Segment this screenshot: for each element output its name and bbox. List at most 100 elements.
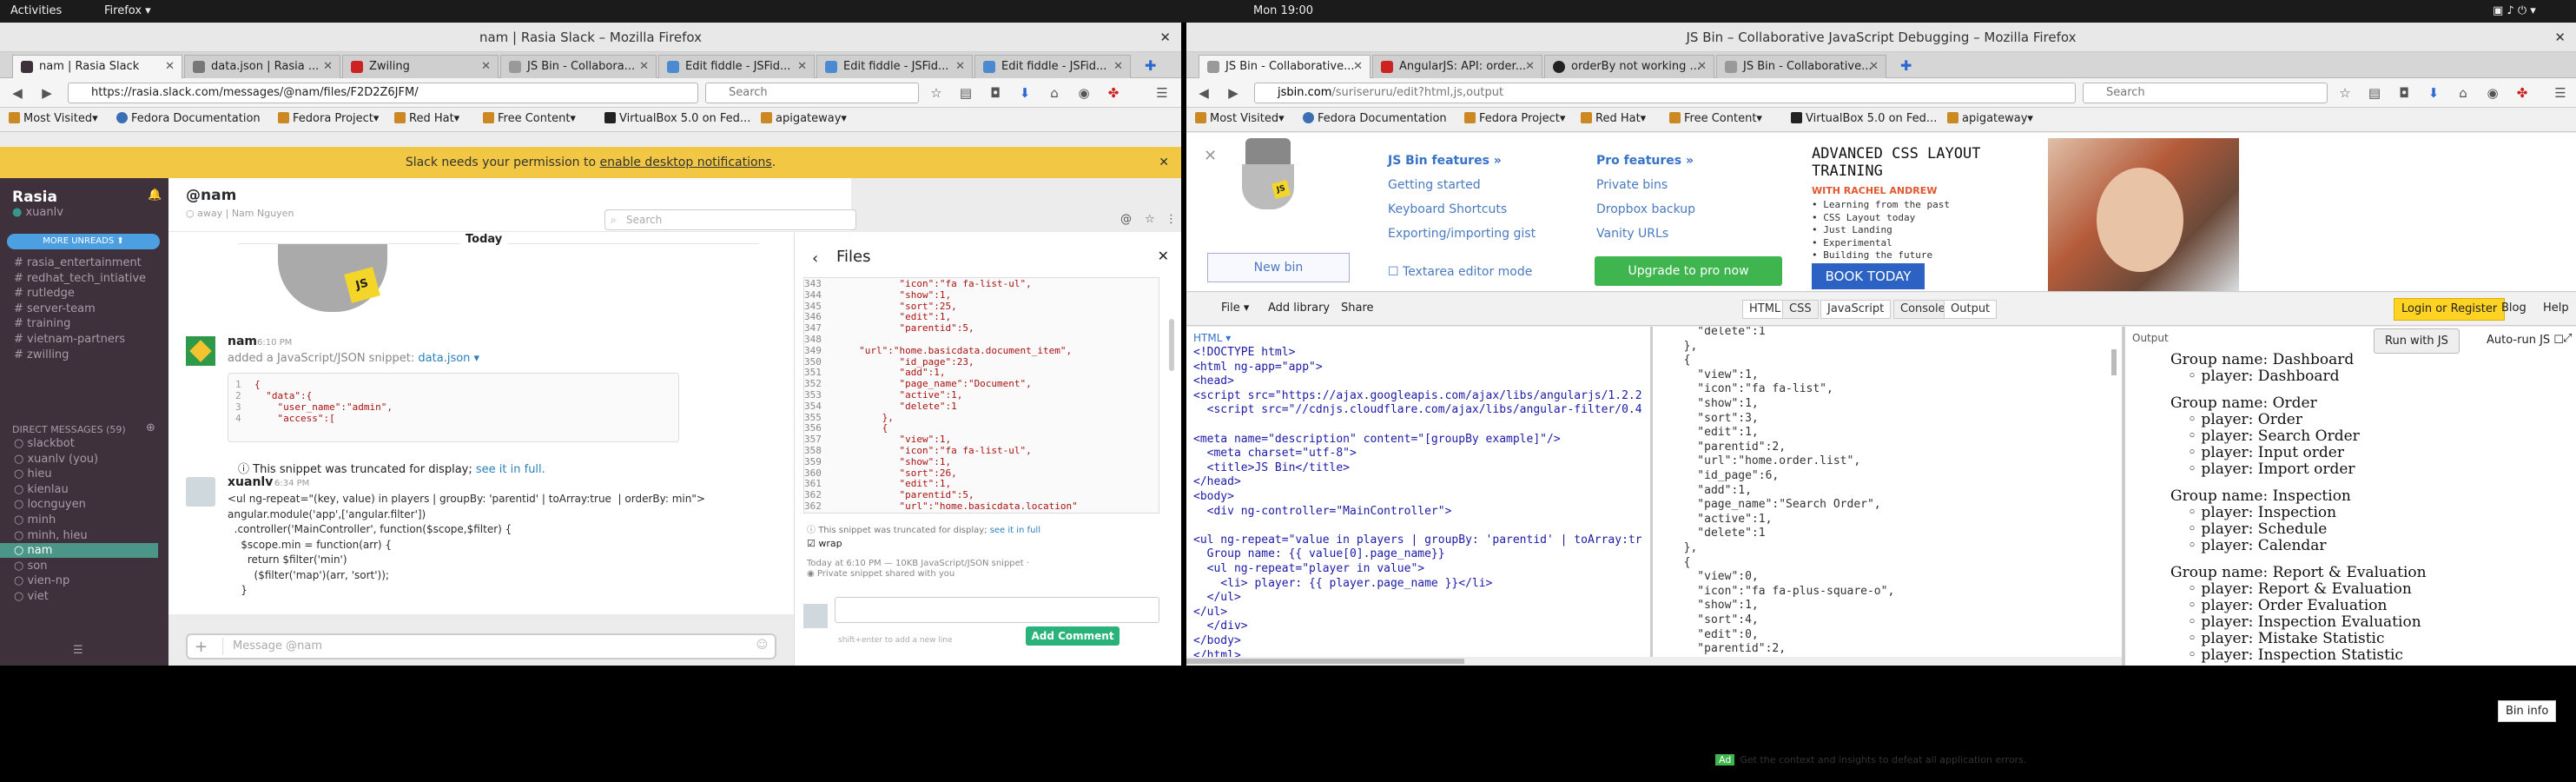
close-tab-icon[interactable]: ✕ bbox=[481, 56, 491, 77]
dm-header[interactable]: DIRECT MESSAGES (59) bbox=[12, 424, 126, 435]
forward-icon[interactable]: ▶ bbox=[1226, 86, 1240, 100]
bookmark-fedora-project[interactable]: Fedora Project▾ bbox=[278, 112, 379, 125]
sidebar-dm[interactable]: ○ son bbox=[0, 559, 158, 573]
sidebar-menu-icon[interactable]: ☰ bbox=[73, 644, 83, 657]
pocket-icon[interactable]: ◘ bbox=[2397, 86, 2411, 100]
keyboard-shortcuts-link[interactable]: Keyboard Shortcuts bbox=[1388, 202, 1507, 216]
bookmark-most-visited[interactable]: Most Visited▾ bbox=[1195, 112, 1285, 125]
bookmark-most-visited[interactable]: Most Visited▾ bbox=[9, 112, 98, 125]
addon2-icon[interactable]: ✤ bbox=[1106, 86, 1120, 100]
sidebar-channel[interactable]: # training bbox=[14, 317, 70, 330]
files-back-icon[interactable]: ‹ bbox=[812, 249, 818, 268]
close-tab-icon[interactable]: ✕ bbox=[1353, 56, 1363, 77]
tab-zwiling[interactable]: Zwiling ✕ bbox=[342, 55, 499, 78]
add-dm-icon[interactable]: ⊕ bbox=[146, 421, 155, 434]
bookmark-red-hat[interactable]: Red Hat▾ bbox=[394, 112, 459, 125]
message-composer[interactable]: + Message @nam ☺ bbox=[186, 633, 776, 659]
download-icon[interactable]: ⬇ bbox=[1018, 86, 1032, 100]
sidebar-dm[interactable]: ○ kienlau bbox=[0, 482, 158, 497]
upgrade-pro-button[interactable]: Upgrade to pro now bbox=[1595, 256, 1782, 286]
book-today-button[interactable]: BOOK TODAY bbox=[1812, 263, 1925, 289]
sidebar-dm[interactable]: ○ minh bbox=[0, 513, 158, 527]
dropbox-backup-link[interactable]: Dropbox backup bbox=[1596, 202, 1695, 216]
file-menu[interactable]: File ▾ bbox=[1221, 302, 1249, 315]
auto-run-js-toggle[interactable]: Auto-run JS ☐ bbox=[2487, 334, 2564, 347]
html-editor-label[interactable]: HTML ▾ bbox=[1193, 332, 1231, 344]
help-link[interactable]: Help bbox=[2543, 302, 2569, 315]
emoji-icon[interactable]: ☺ bbox=[756, 639, 768, 652]
see-full-link[interactable]: see it in full. bbox=[476, 463, 545, 476]
message-time[interactable]: 6:34 PM bbox=[274, 479, 309, 488]
right-search-box[interactable]: Search bbox=[2083, 83, 2328, 103]
close-tab-icon[interactable]: ✕ bbox=[1869, 56, 1879, 77]
sidebar-dm[interactable]: ○ vien-np bbox=[0, 573, 158, 588]
new-bin-button[interactable]: New bin bbox=[1207, 253, 1350, 282]
attach-plus-icon[interactable]: + bbox=[195, 638, 208, 656]
bookmark-fedora-project[interactable]: Fedora Project▾ bbox=[1464, 112, 1565, 125]
output-panel-toggle[interactable]: Output bbox=[1944, 300, 1998, 319]
add-library-menu[interactable]: Add library bbox=[1268, 302, 1330, 315]
bookmark-free-content[interactable]: Free Content▾ bbox=[483, 112, 576, 125]
more-icon[interactable]: ⋮ bbox=[1166, 213, 1177, 226]
tab-jsfiddle-3[interactable]: Edit fiddle - JSFid... ✕ bbox=[974, 55, 1131, 78]
chat-title[interactable]: @nam bbox=[186, 187, 236, 204]
sidebar-channel[interactable]: # server-team bbox=[14, 302, 96, 315]
sidebar-dm[interactable]: ○ minh, hieu bbox=[0, 528, 158, 543]
css-panel-toggle[interactable]: CSS bbox=[1782, 300, 1819, 319]
tab-jsfiddle-2[interactable]: Edit fiddle - JSFid... ✕ bbox=[816, 55, 973, 78]
sidebar-channel[interactable]: # rasia_entertainment bbox=[14, 256, 142, 269]
bookmark-free-content[interactable]: Free Content▾ bbox=[1669, 112, 1762, 125]
bookmark-star-icon[interactable]: ☆ bbox=[929, 86, 943, 100]
bookmark-fedora-docs[interactable]: Fedora Documentation bbox=[1303, 112, 1447, 125]
tab-angularjs[interactable]: AngularJS: API: order... ✕ bbox=[1372, 55, 1542, 78]
addon2-icon[interactable]: ✤ bbox=[2515, 86, 2529, 100]
files-scrollbar[interactable] bbox=[1169, 319, 1174, 371]
right-url-bar[interactable]: jsbin.com/suriseruru/edit?html,js,output bbox=[1254, 83, 2076, 103]
checkbox-icon[interactable]: ☐ bbox=[1388, 265, 1403, 279]
sidebar-dm[interactable]: ○ xuanlv (you) bbox=[0, 452, 158, 467]
export-gist-link[interactable]: Exporting/importing gist bbox=[1388, 227, 1536, 241]
addon-icon[interactable]: ◉ bbox=[1077, 86, 1091, 100]
message-input[interactable]: Message @nam bbox=[233, 640, 322, 653]
tab-jsfiddle-1[interactable]: Edit fiddle - JSFid... ✕ bbox=[658, 55, 815, 78]
add-comment-button[interactable]: Add Comment bbox=[1026, 626, 1120, 646]
sidebar-dm[interactable]: ○ hieu bbox=[0, 467, 158, 481]
files-code-view[interactable]: 343 "icon":"fa fa-list-ul", 344 "show":1,… bbox=[803, 277, 1159, 514]
enable-notifications-link[interactable]: enable desktop notifications bbox=[600, 156, 772, 169]
share-menu[interactable]: Share bbox=[1341, 302, 1374, 315]
javascript-panel-toggle[interactable]: JavaScript bbox=[1820, 300, 1892, 319]
star-icon[interactable]: ☆ bbox=[1145, 213, 1155, 226]
activities-button[interactable]: Activities bbox=[10, 4, 62, 17]
html-panel-toggle[interactable]: HTML bbox=[1742, 300, 1788, 319]
html-editor[interactable]: HTML ▾ <!DOCTYPE html> <html ng-app="app"… bbox=[1186, 327, 1650, 657]
forward-icon[interactable]: ▶ bbox=[40, 86, 54, 100]
css-layout-ad[interactable]: ADVANCED CSS LAYOUT TRAINING WITH RACHEL… bbox=[1807, 138, 2239, 291]
menu-icon[interactable]: ☰ bbox=[1155, 86, 1169, 100]
bell-icon[interactable]: 🔔 bbox=[148, 189, 162, 202]
home-icon[interactable]: ⌂ bbox=[2456, 86, 2470, 100]
more-unreads-button[interactable]: MORE UNREADS ⬆ bbox=[7, 234, 160, 249]
snippet-preview[interactable]: 1 {2 "data":{3 "user_name":"admin", 4 "acc… bbox=[228, 373, 679, 442]
close-tab-icon[interactable]: ✕ bbox=[1697, 56, 1707, 77]
js-scrollbar[interactable] bbox=[2111, 349, 2117, 375]
features-heading[interactable]: JS Bin features » bbox=[1388, 154, 1502, 168]
tab-data-json[interactable]: data.json | Rasia ... ✕ bbox=[184, 55, 340, 78]
close-tab-icon[interactable]: ✕ bbox=[639, 56, 649, 77]
avatar[interactable] bbox=[186, 336, 215, 366]
close-window-icon[interactable]: ✕ bbox=[2554, 23, 2566, 52]
popout-icon[interactable]: ⤢ bbox=[2563, 332, 2572, 345]
new-tab-icon[interactable]: ✚ bbox=[1145, 57, 1156, 74]
editor-hscroll[interactable] bbox=[1186, 657, 2122, 666]
sidebar-dm[interactable]: ○ nam bbox=[0, 543, 158, 559]
message-author[interactable]: nam bbox=[228, 335, 257, 348]
bookmark-red-hat[interactable]: Red Hat▾ bbox=[1581, 112, 1646, 125]
hscroll-thumb[interactable] bbox=[1186, 659, 1464, 664]
bookmark-virtualbox[interactable]: VirtualBox 5.0 on Fed... bbox=[604, 112, 750, 125]
clock[interactable]: Mon 19:00 bbox=[1253, 4, 1313, 17]
bookmark-apigateway[interactable]: apigateway▾ bbox=[1947, 112, 2033, 125]
run-with-js-button[interactable]: Run with JS bbox=[2374, 328, 2460, 354]
back-icon[interactable]: ◀ bbox=[10, 86, 24, 100]
tab-github[interactable]: orderBy not working ... ✕ bbox=[1544, 55, 1714, 78]
close-tab-icon[interactable]: ✕ bbox=[165, 56, 175, 77]
left-search-box[interactable]: Search bbox=[705, 83, 919, 103]
